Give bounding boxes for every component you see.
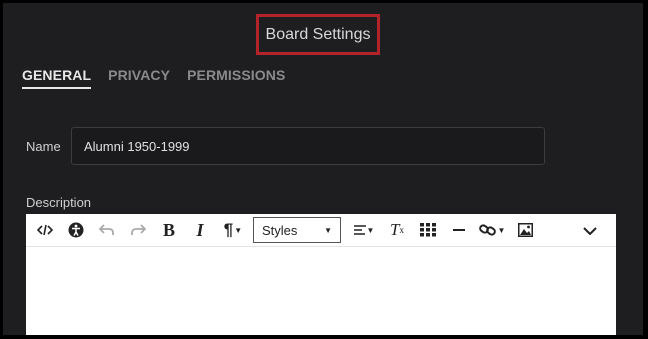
editor-toolbar: B I ¶ ▼ Styles ▼ ▼ Tx ▼ — [26, 214, 616, 247]
bold-icon[interactable]: B — [156, 217, 182, 243]
styles-dropdown-label: Styles — [262, 222, 298, 238]
italic-icon[interactable]: I — [187, 217, 213, 243]
paragraph-icon[interactable]: ¶ ▼ — [218, 217, 248, 243]
description-editor[interactable]: B I ¶ ▼ Styles ▼ ▼ Tx ▼ — [26, 214, 616, 335]
name-input[interactable] — [71, 127, 545, 165]
horizontal-rule-icon[interactable] — [446, 217, 472, 243]
source-code-icon[interactable] — [32, 217, 58, 243]
clear-format-icon[interactable]: Tx — [384, 217, 410, 243]
accessibility-icon[interactable] — [63, 217, 89, 243]
table-icon[interactable] — [415, 217, 441, 243]
chevron-down-icon: ▼ — [324, 225, 332, 235]
redo-icon[interactable] — [125, 217, 151, 243]
settings-tabs: GENERAL PRIVACY PERMISSIONS — [22, 67, 302, 89]
name-label: Name — [26, 139, 61, 154]
styles-dropdown[interactable]: Styles ▼ — [253, 217, 341, 243]
tab-general[interactable]: GENERAL — [22, 67, 92, 89]
tab-privacy[interactable]: PRIVACY — [108, 67, 170, 89]
more-icon[interactable] — [577, 218, 603, 244]
align-icon[interactable]: ▼ — [349, 217, 379, 243]
image-icon[interactable] — [512, 217, 538, 243]
dialog-title: Board Settings — [265, 25, 371, 43]
editor-content-area[interactable] — [26, 247, 616, 335]
description-label: Description — [26, 195, 92, 210]
tab-permissions[interactable]: PERMISSIONS — [187, 67, 285, 89]
dialog-title-highlight: Board Settings — [256, 14, 380, 55]
link-icon[interactable]: ▼ — [477, 217, 507, 243]
undo-icon[interactable] — [94, 217, 120, 243]
board-settings-dialog: Board Settings GENERAL PRIVACY PERMISSIO… — [3, 3, 643, 335]
